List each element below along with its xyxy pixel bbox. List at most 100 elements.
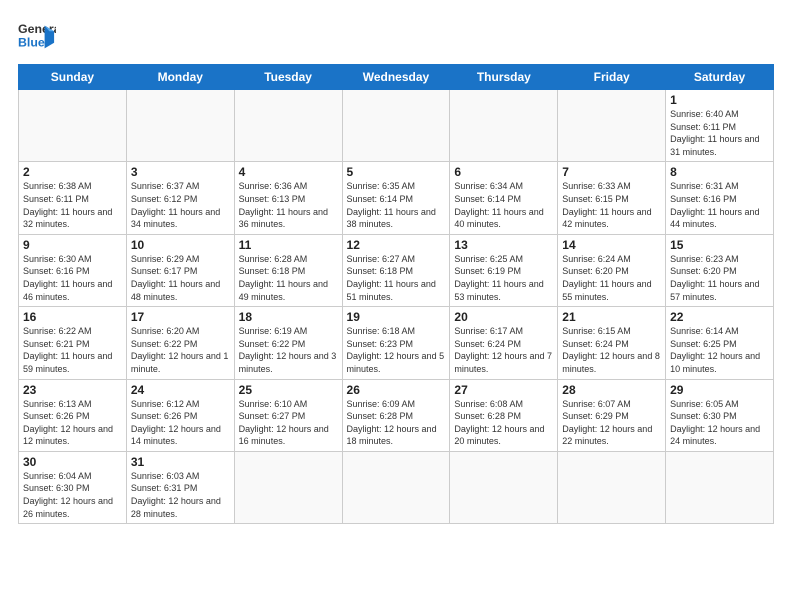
- day-cell: 19Sunrise: 6:18 AM Sunset: 6:23 PM Dayli…: [342, 307, 450, 379]
- day-info: Sunrise: 6:13 AM Sunset: 6:26 PM Dayligh…: [23, 398, 122, 448]
- day-number: 19: [347, 310, 446, 324]
- day-cell: 21Sunrise: 6:15 AM Sunset: 6:24 PM Dayli…: [558, 307, 666, 379]
- week-row-1: 1Sunrise: 6:40 AM Sunset: 6:11 PM Daylig…: [19, 90, 774, 162]
- day-number: 27: [454, 383, 553, 397]
- weekday-wednesday: Wednesday: [342, 65, 450, 90]
- day-cell: 26Sunrise: 6:09 AM Sunset: 6:28 PM Dayli…: [342, 379, 450, 451]
- day-number: 25: [239, 383, 338, 397]
- day-cell: 4Sunrise: 6:36 AM Sunset: 6:13 PM Daylig…: [234, 162, 342, 234]
- day-cell: 11Sunrise: 6:28 AM Sunset: 6:18 PM Dayli…: [234, 234, 342, 306]
- day-info: Sunrise: 6:24 AM Sunset: 6:20 PM Dayligh…: [562, 253, 661, 303]
- day-cell: 15Sunrise: 6:23 AM Sunset: 6:20 PM Dayli…: [666, 234, 774, 306]
- day-cell: 14Sunrise: 6:24 AM Sunset: 6:20 PM Dayli…: [558, 234, 666, 306]
- weekday-thursday: Thursday: [450, 65, 558, 90]
- week-row-5: 23Sunrise: 6:13 AM Sunset: 6:26 PM Dayli…: [19, 379, 774, 451]
- day-info: Sunrise: 6:05 AM Sunset: 6:30 PM Dayligh…: [670, 398, 769, 448]
- day-cell: 30Sunrise: 6:04 AM Sunset: 6:30 PM Dayli…: [19, 451, 127, 523]
- calendar: SundayMondayTuesdayWednesdayThursdayFrid…: [18, 64, 774, 524]
- day-number: 30: [23, 455, 122, 469]
- day-number: 26: [347, 383, 446, 397]
- day-info: Sunrise: 6:08 AM Sunset: 6:28 PM Dayligh…: [454, 398, 553, 448]
- day-number: 10: [131, 238, 230, 252]
- day-cell: [450, 451, 558, 523]
- day-cell: 6Sunrise: 6:34 AM Sunset: 6:14 PM Daylig…: [450, 162, 558, 234]
- day-number: 6: [454, 165, 553, 179]
- day-cell: 29Sunrise: 6:05 AM Sunset: 6:30 PM Dayli…: [666, 379, 774, 451]
- day-cell: 10Sunrise: 6:29 AM Sunset: 6:17 PM Dayli…: [126, 234, 234, 306]
- day-number: 12: [347, 238, 446, 252]
- day-number: 7: [562, 165, 661, 179]
- week-row-2: 2Sunrise: 6:38 AM Sunset: 6:11 PM Daylig…: [19, 162, 774, 234]
- day-number: 20: [454, 310, 553, 324]
- header: General Blue: [18, 18, 774, 56]
- day-cell: 12Sunrise: 6:27 AM Sunset: 6:18 PM Dayli…: [342, 234, 450, 306]
- day-number: 18: [239, 310, 338, 324]
- day-cell: 24Sunrise: 6:12 AM Sunset: 6:26 PM Dayli…: [126, 379, 234, 451]
- day-cell: [234, 90, 342, 162]
- day-number: 2: [23, 165, 122, 179]
- day-info: Sunrise: 6:37 AM Sunset: 6:12 PM Dayligh…: [131, 180, 230, 230]
- day-number: 23: [23, 383, 122, 397]
- week-row-3: 9Sunrise: 6:30 AM Sunset: 6:16 PM Daylig…: [19, 234, 774, 306]
- day-info: Sunrise: 6:18 AM Sunset: 6:23 PM Dayligh…: [347, 325, 446, 375]
- day-cell: 1Sunrise: 6:40 AM Sunset: 6:11 PM Daylig…: [666, 90, 774, 162]
- weekday-friday: Friday: [558, 65, 666, 90]
- day-cell: [19, 90, 127, 162]
- day-cell: [342, 451, 450, 523]
- day-number: 5: [347, 165, 446, 179]
- day-info: Sunrise: 6:30 AM Sunset: 6:16 PM Dayligh…: [23, 253, 122, 303]
- svg-text:Blue: Blue: [18, 36, 45, 50]
- day-info: Sunrise: 6:35 AM Sunset: 6:14 PM Dayligh…: [347, 180, 446, 230]
- day-info: Sunrise: 6:07 AM Sunset: 6:29 PM Dayligh…: [562, 398, 661, 448]
- day-number: 13: [454, 238, 553, 252]
- day-info: Sunrise: 6:40 AM Sunset: 6:11 PM Dayligh…: [670, 108, 769, 158]
- day-cell: 27Sunrise: 6:08 AM Sunset: 6:28 PM Dayli…: [450, 379, 558, 451]
- day-number: 21: [562, 310, 661, 324]
- day-info: Sunrise: 6:38 AM Sunset: 6:11 PM Dayligh…: [23, 180, 122, 230]
- day-info: Sunrise: 6:03 AM Sunset: 6:31 PM Dayligh…: [131, 470, 230, 520]
- day-cell: [558, 90, 666, 162]
- day-cell: 22Sunrise: 6:14 AM Sunset: 6:25 PM Dayli…: [666, 307, 774, 379]
- day-info: Sunrise: 6:23 AM Sunset: 6:20 PM Dayligh…: [670, 253, 769, 303]
- day-number: 3: [131, 165, 230, 179]
- day-cell: 17Sunrise: 6:20 AM Sunset: 6:22 PM Dayli…: [126, 307, 234, 379]
- day-number: 22: [670, 310, 769, 324]
- weekday-header-row: SundayMondayTuesdayWednesdayThursdayFrid…: [19, 65, 774, 90]
- day-number: 16: [23, 310, 122, 324]
- day-info: Sunrise: 6:31 AM Sunset: 6:16 PM Dayligh…: [670, 180, 769, 230]
- day-cell: 16Sunrise: 6:22 AM Sunset: 6:21 PM Dayli…: [19, 307, 127, 379]
- day-cell: [126, 90, 234, 162]
- day-info: Sunrise: 6:20 AM Sunset: 6:22 PM Dayligh…: [131, 325, 230, 375]
- logo-icon: General Blue: [18, 18, 56, 56]
- day-cell: 23Sunrise: 6:13 AM Sunset: 6:26 PM Dayli…: [19, 379, 127, 451]
- day-info: Sunrise: 6:22 AM Sunset: 6:21 PM Dayligh…: [23, 325, 122, 375]
- day-info: Sunrise: 6:12 AM Sunset: 6:26 PM Dayligh…: [131, 398, 230, 448]
- logo: General Blue: [18, 18, 56, 56]
- day-number: 29: [670, 383, 769, 397]
- day-number: 8: [670, 165, 769, 179]
- day-number: 4: [239, 165, 338, 179]
- day-info: Sunrise: 6:19 AM Sunset: 6:22 PM Dayligh…: [239, 325, 338, 375]
- day-info: Sunrise: 6:28 AM Sunset: 6:18 PM Dayligh…: [239, 253, 338, 303]
- day-number: 31: [131, 455, 230, 469]
- day-info: Sunrise: 6:25 AM Sunset: 6:19 PM Dayligh…: [454, 253, 553, 303]
- day-info: Sunrise: 6:09 AM Sunset: 6:28 PM Dayligh…: [347, 398, 446, 448]
- weekday-monday: Monday: [126, 65, 234, 90]
- day-info: Sunrise: 6:17 AM Sunset: 6:24 PM Dayligh…: [454, 325, 553, 375]
- day-number: 9: [23, 238, 122, 252]
- day-cell: 9Sunrise: 6:30 AM Sunset: 6:16 PM Daylig…: [19, 234, 127, 306]
- weekday-saturday: Saturday: [666, 65, 774, 90]
- day-info: Sunrise: 6:27 AM Sunset: 6:18 PM Dayligh…: [347, 253, 446, 303]
- page: General Blue SundayMondayTuesdayWednesda…: [0, 0, 792, 534]
- day-number: 15: [670, 238, 769, 252]
- day-cell: 13Sunrise: 6:25 AM Sunset: 6:19 PM Dayli…: [450, 234, 558, 306]
- day-info: Sunrise: 6:04 AM Sunset: 6:30 PM Dayligh…: [23, 470, 122, 520]
- day-number: 14: [562, 238, 661, 252]
- day-cell: 7Sunrise: 6:33 AM Sunset: 6:15 PM Daylig…: [558, 162, 666, 234]
- day-cell: [558, 451, 666, 523]
- day-info: Sunrise: 6:34 AM Sunset: 6:14 PM Dayligh…: [454, 180, 553, 230]
- day-info: Sunrise: 6:36 AM Sunset: 6:13 PM Dayligh…: [239, 180, 338, 230]
- day-number: 28: [562, 383, 661, 397]
- day-cell: 28Sunrise: 6:07 AM Sunset: 6:29 PM Dayli…: [558, 379, 666, 451]
- day-cell: 20Sunrise: 6:17 AM Sunset: 6:24 PM Dayli…: [450, 307, 558, 379]
